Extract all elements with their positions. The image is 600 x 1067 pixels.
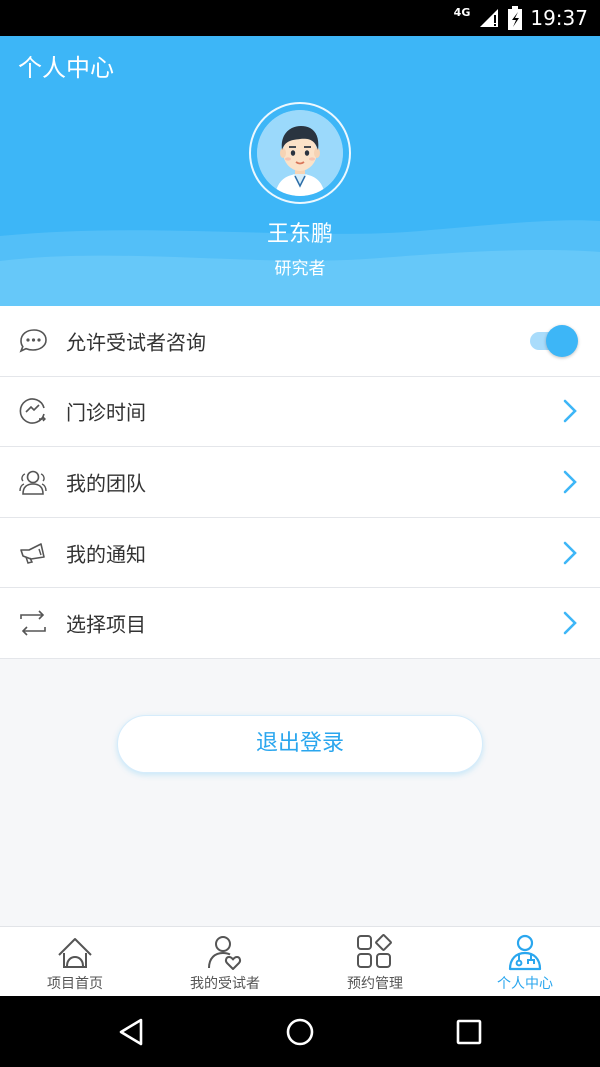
tab-label: 项目首页 [47,976,103,992]
avatar[interactable] [257,110,343,196]
home-icon [58,938,92,968]
back-icon[interactable] [117,1017,145,1047]
menu-item-label: 我的通知 [66,542,146,567]
switch-icon [20,610,46,636]
tab-my-subjects[interactable]: 我的受试者 [150,927,300,996]
megaphone-icon [20,542,45,564]
menu-item-label: 我的团队 [66,471,146,496]
bottom-tab-bar: 项目首页 我的受试者 预约管理 个人中心 [0,926,600,996]
tab-label: 预约管理 [347,976,403,992]
toggle-knob [546,324,578,357]
battery-icon [508,6,523,30]
grid-icon [357,934,392,968]
tab-profile-center[interactable]: 个人中心 [450,927,600,996]
recents-icon[interactable] [456,1019,482,1045]
menu-item-label: 允许受试者咨询 [66,330,206,355]
doctor-avatar-icon [257,110,343,196]
home-circle-icon[interactable] [285,1017,315,1047]
status-bar: 4G 19:37 [0,0,600,36]
tab-label: 我的受试者 [190,976,260,992]
menu-item-select-project[interactable]: 选择项目 [0,588,600,659]
tab-project-home[interactable]: 项目首页 [0,927,150,996]
user-name: 王东鹏 [266,222,333,247]
signal-icon [480,9,499,27]
system-nav-bar [0,996,600,1067]
menu-item-label: 选择项目 [66,612,146,637]
chevron-right-icon [563,541,577,564]
menu-item-clinic-hours[interactable]: 门诊时间 [0,377,600,448]
clock-icon [19,398,46,425]
chevron-right-icon [563,400,577,423]
page-title: 个人中心 [18,54,114,82]
team-icon [19,470,47,495]
profile-header: 个人中心 王东鹏 研究者 [0,36,600,306]
chevron-right-icon [563,470,577,494]
menu-item-my-notifications[interactable]: 我的通知 [0,518,600,589]
clock-time: 19:37 [530,6,588,30]
menu-item-allow-consult[interactable]: 允许受试者咨询 [0,306,600,377]
network-type: 4G [453,5,471,19]
chat-icon [19,328,47,353]
tab-appointments[interactable]: 预约管理 [300,927,450,996]
settings-menu: 允许受试者咨询 门诊时间 我的团队 我的通知 选择项目 [0,306,600,659]
user-role: 研究者 [274,259,326,279]
menu-item-my-team[interactable]: 我的团队 [0,447,600,518]
tab-label: 个人中心 [497,976,553,992]
profile-icon [508,934,542,971]
chevron-right-icon [563,611,577,635]
subjects-icon [208,936,242,970]
consult-toggle[interactable] [530,324,578,357]
menu-item-label: 门诊时间 [66,400,146,425]
logout-button[interactable]: 退出登录 [117,715,483,773]
